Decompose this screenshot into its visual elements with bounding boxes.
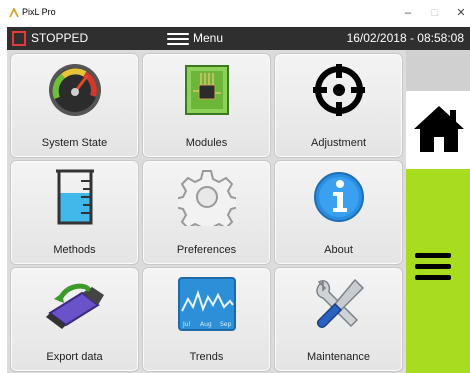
trend-chart-icon: Jul Aug Sep	[177, 277, 236, 331]
hamburger-icon	[415, 253, 451, 281]
circuit-board-icon	[184, 65, 229, 115]
tile-modules[interactable]: Modules	[142, 53, 271, 158]
tile-label: Trends	[189, 351, 224, 363]
tile-label: Adjustment	[310, 137, 367, 149]
tile-label: Maintenance	[307, 351, 370, 363]
tile-label: Methods	[53, 244, 96, 256]
home-button[interactable]	[406, 91, 470, 169]
trend-tick-aug: Aug	[200, 321, 212, 328]
tile-label: System State	[41, 137, 108, 149]
tile-about[interactable]: About	[274, 160, 403, 265]
trend-tick-jul: Jul	[182, 321, 191, 328]
tile-label: Modules	[185, 137, 228, 149]
home-icon	[414, 106, 464, 152]
tile-label: Export data	[46, 351, 103, 363]
tile-adjustment[interactable]: Adjustment	[274, 53, 403, 158]
minimize-button[interactable]: –	[398, 4, 418, 22]
crosshair-icon	[312, 64, 365, 116]
datetime-display: 16/02/2018 - 08:58:08	[346, 31, 464, 45]
trend-tick-sep: Sep	[220, 321, 232, 328]
side-menu-button[interactable]	[406, 169, 470, 373]
tools-icon	[315, 278, 364, 329]
tile-maintenance[interactable]: Maintenance	[274, 267, 403, 372]
menu-icon[interactable]	[167, 33, 189, 45]
title-bar: PixL Pro – □ ✕	[0, 0, 470, 27]
gauge-icon	[48, 64, 101, 116]
tile-system-state[interactable]: System State	[10, 53, 139, 158]
status-text: STOPPED	[31, 31, 89, 45]
gear-icon	[177, 170, 236, 226]
tile-grid: System State Modules Adjustment Methods …	[7, 50, 406, 373]
tile-methods[interactable]: Methods	[10, 160, 139, 265]
tile-label: About	[324, 244, 353, 256]
maximize-button[interactable]: □	[425, 4, 445, 22]
side-panel-spacer	[406, 50, 470, 91]
tile-trends[interactable]: Jul Aug Sep Trends	[142, 267, 271, 372]
beaker-icon	[55, 169, 94, 225]
app-logo-icon	[9, 8, 19, 18]
stop-indicator-icon	[12, 31, 26, 46]
tile-label: Preferences	[176, 244, 237, 256]
window-title: PixL Pro	[22, 7, 56, 17]
info-icon	[313, 172, 364, 222]
menu-button[interactable]: Menu	[193, 31, 223, 45]
usb-drive-icon	[45, 283, 104, 329]
header-bar: STOPPED Menu 16/02/2018 - 08:58:08	[7, 27, 470, 50]
close-button[interactable]: ✕	[451, 4, 470, 22]
tile-preferences[interactable]: Preferences	[142, 160, 271, 265]
tile-export-data[interactable]: Export data	[10, 267, 139, 372]
app-window: PixL Pro – □ ✕ STOPPED Menu 16/02/2018 -…	[0, 0, 470, 373]
